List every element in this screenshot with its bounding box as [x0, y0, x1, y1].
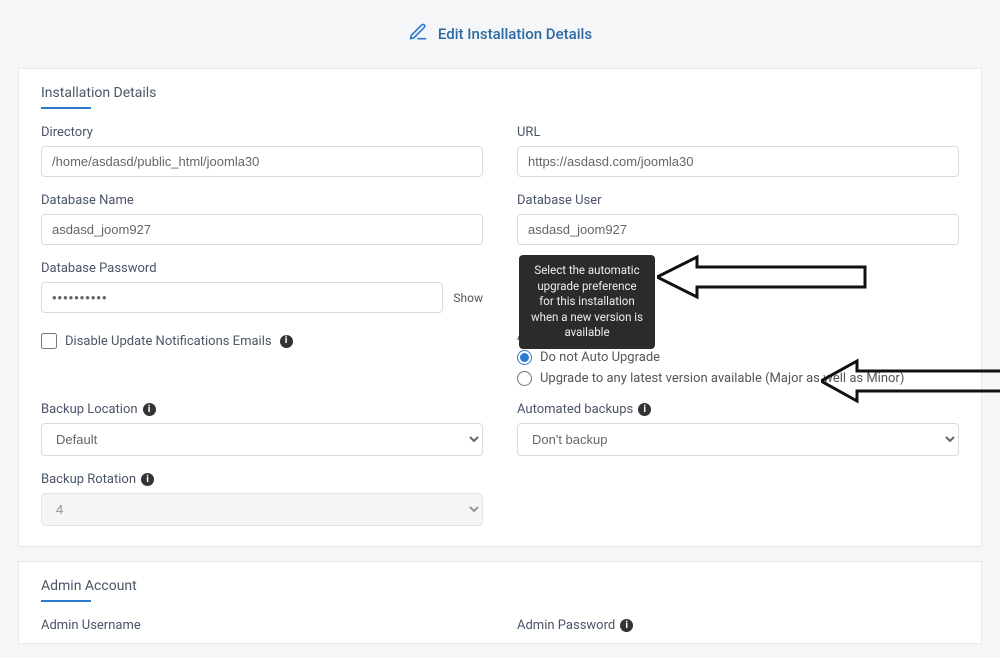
backup-location-field: Backup Location i Default — [41, 402, 483, 456]
arrow-annotation-1 — [657, 249, 867, 305]
directory-label: Directory — [41, 125, 483, 140]
backup-rotation-field: Backup Rotation i 4 — [41, 472, 483, 526]
url-input[interactable] — [517, 146, 959, 177]
backup-rotation-select[interactable]: 4 — [41, 493, 483, 526]
pencil-icon — [408, 22, 428, 46]
auto-upgrade-none-row[interactable]: Do not Auto Upgrade — [517, 350, 959, 365]
url-field: URL — [517, 125, 959, 177]
admin-heading: Admin Account — [41, 578, 137, 600]
automated-backups-select[interactable]: Don't backup — [517, 423, 959, 456]
installation-panel: Installation Details Directory URL Datab… — [18, 68, 982, 547]
db-pass-show-button[interactable]: Show — [453, 291, 483, 305]
db-pass-input[interactable] — [41, 282, 443, 313]
backup-location-select[interactable]: Default — [41, 423, 483, 456]
db-user-field: Database User — [517, 193, 959, 245]
admin-password-field: Admin Password i — [517, 618, 959, 639]
admin-username-label: Admin Username — [41, 618, 483, 633]
db-name-label: Database Name — [41, 193, 483, 208]
auto-upgrade-label: Auto Upgrade — [517, 329, 596, 344]
backup-rotation-label: Backup Rotation — [41, 472, 136, 487]
info-icon[interactable]: i — [280, 335, 293, 348]
auto-upgrade-any-radio[interactable] — [517, 371, 532, 386]
disable-notify-label: Disable Update Notifications Emails — [65, 334, 272, 349]
database-settings-field: Select the automatic upgrade preference … — [517, 261, 959, 313]
db-pass-label: Database Password — [41, 261, 483, 276]
db-name-field: Database Name — [41, 193, 483, 245]
page-title: Edit Installation Details — [438, 25, 592, 43]
backup-location-label: Backup Location — [41, 402, 138, 417]
db-name-input[interactable] — [41, 214, 483, 245]
info-icon[interactable]: i — [620, 619, 633, 632]
auto-upgrade-any-label: Upgrade to any latest version available … — [540, 371, 904, 386]
db-user-input[interactable] — [517, 214, 959, 245]
automated-backups-label: Automated backups — [517, 402, 633, 417]
auto-upgrade-none-label: Do not Auto Upgrade — [540, 350, 660, 365]
auto-upgrade-field: Auto Upgrade i Do not Auto Upgrade Upgra… — [517, 329, 959, 386]
installation-heading: Installation Details — [41, 85, 156, 107]
automated-backups-field: Automated backups i Don't backup — [517, 402, 959, 456]
disable-notify-checkbox[interactable] — [41, 333, 57, 349]
admin-password-label: Admin Password — [517, 618, 615, 633]
info-icon[interactable]: i — [638, 403, 651, 416]
page-title-bar: Edit Installation Details — [0, 8, 1000, 68]
info-icon[interactable]: i — [143, 403, 156, 416]
info-icon[interactable]: i — [601, 330, 614, 343]
admin-panel: Admin Account Admin Username Admin Passw… — [18, 561, 982, 644]
info-icon[interactable]: i — [141, 473, 154, 486]
directory-field: Directory — [41, 125, 483, 177]
auto-upgrade-none-radio[interactable] — [517, 350, 532, 365]
admin-username-field: Admin Username — [41, 618, 483, 639]
disable-notify-field: Disable Update Notifications Emails i — [41, 329, 483, 386]
url-label: URL — [517, 125, 959, 140]
db-pass-field: Database Password Show — [41, 261, 483, 313]
auto-upgrade-any-row[interactable]: Upgrade to any latest version available … — [517, 371, 959, 386]
directory-input[interactable] — [41, 146, 483, 177]
db-user-label: Database User — [517, 193, 959, 208]
